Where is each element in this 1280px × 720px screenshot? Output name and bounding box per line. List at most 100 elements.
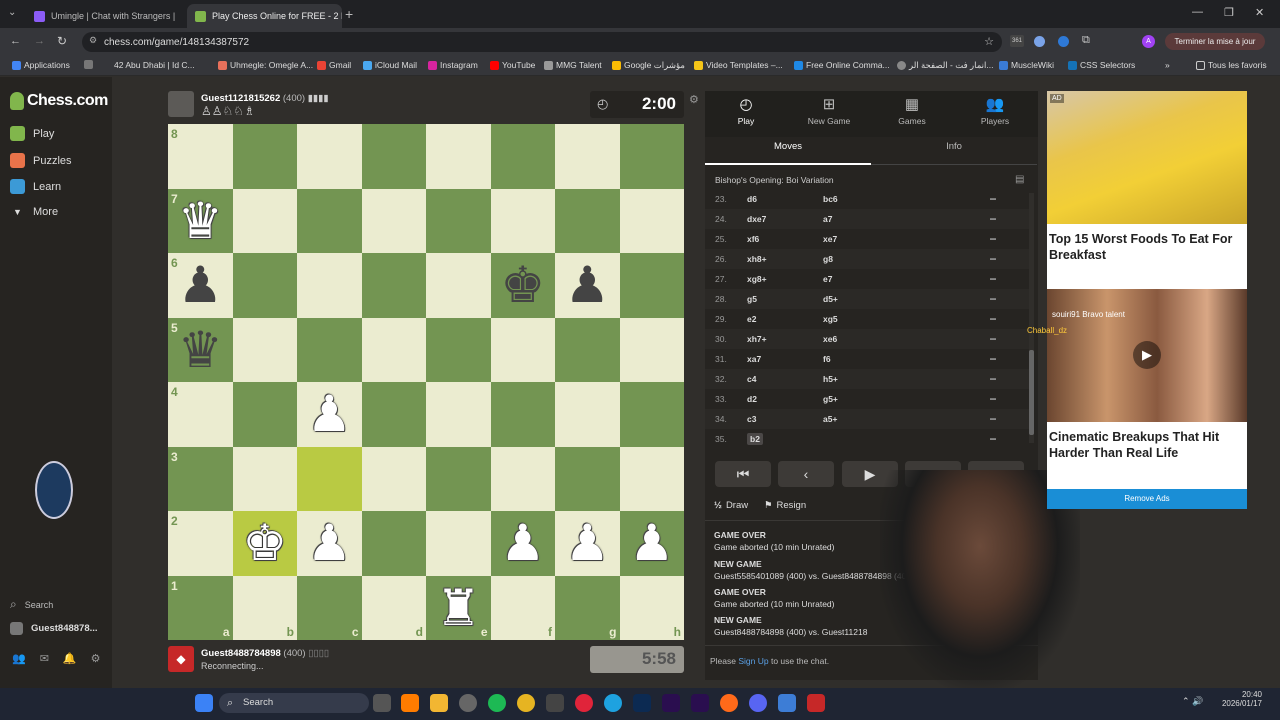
square-f4[interactable] <box>490 382 555 447</box>
black-move[interactable]: a5+ <box>823 414 837 424</box>
square-h2[interactable]: ♟ <box>619 511 684 576</box>
square-d6[interactable] <box>361 253 426 318</box>
movie-ad-image[interactable]: ▶ souiri91 Bravo talent Chaball_dz <box>1027 289 1247 422</box>
reload-icon[interactable]: ↻ <box>57 34 67 48</box>
white-piece-c2[interactable]: ♟ <box>297 511 362 576</box>
white-move[interactable]: g5 <box>747 294 757 304</box>
square-h7[interactable] <box>619 188 684 253</box>
start-icon[interactable] <box>195 694 213 712</box>
back-icon[interactable]: ← <box>10 35 21 47</box>
bookmark-item[interactable]: CSS Selectors <box>1068 60 1135 70</box>
chrome-icon[interactable] <box>517 694 535 712</box>
bookmark-item[interactable]: Instagram <box>428 60 478 70</box>
nav-item-puzzles[interactable]: Puzzles <box>10 153 72 168</box>
bookmark-item[interactable]: Uhmegle: Omegle A... <box>218 60 313 70</box>
square-c4[interactable]: ♟ <box>297 382 362 447</box>
square-e3[interactable] <box>426 446 491 511</box>
gear-icon[interactable]: ⚙ <box>91 652 101 665</box>
ad-headline[interactable]: Cinematic Breakups That Hit Harder Than … <box>1049 429 1245 461</box>
square-h4[interactable] <box>619 382 684 447</box>
board-settings-gear-icon[interactable]: ⚙ <box>689 93 699 106</box>
white-move[interactable]: xh8+ <box>747 254 767 264</box>
square-b2[interactable]: ♚ <box>232 511 297 576</box>
square-b5[interactable] <box>232 317 297 382</box>
black-move[interactable]: xg5 <box>823 314 838 324</box>
friends-icon[interactable]: 👥 <box>12 652 26 665</box>
top-player-name-row[interactable]: Guest1121815262 (400) ▮▮▮▮ <box>201 93 329 104</box>
tab-play[interactable]: ◴ Play <box>706 95 786 126</box>
bottom-player-name-row[interactable]: Guest8488784898 (400) ▯▯▯▯ <box>201 648 329 659</box>
square-a5[interactable]: 5 ♛ <box>168 317 233 382</box>
top-player-avatar[interactable] <box>168 91 194 117</box>
square-f3[interactable] <box>490 446 555 511</box>
square-a7[interactable]: 7 ♛ <box>168 188 233 253</box>
bookmark-item[interactable]: MuscleWiki <box>999 60 1054 70</box>
bookmark-star-icon[interactable]: ☆ <box>984 35 994 48</box>
tab-games[interactable]: ▦ Games <box>872 95 952 126</box>
sign-up-link[interactable]: Sign Up <box>738 656 768 666</box>
nav-item-more[interactable]: ▼ More <box>10 206 58 218</box>
bookmark-item[interactable]: MMG Talent <box>544 60 602 70</box>
new-tab-icon[interactable]: + <box>345 6 353 22</box>
banana-ad-image[interactable] <box>1047 91 1247 224</box>
white-move[interactable]: xg8+ <box>747 274 767 284</box>
square-f1[interactable]: f <box>490 575 555 640</box>
white-move[interactable]: xh7+ <box>747 334 767 344</box>
square-b6[interactable] <box>232 253 297 318</box>
white-move[interactable]: d2 <box>747 394 757 404</box>
black-move[interactable]: e7 <box>823 274 832 284</box>
square-e1[interactable]: e ♜ <box>426 575 491 641</box>
square-f6[interactable]: ♚ <box>490 253 555 318</box>
square-f8[interactable] <box>490 124 555 189</box>
square-c6[interactable] <box>297 253 362 318</box>
square-d4[interactable] <box>361 382 426 447</box>
premiere-icon[interactable] <box>691 694 709 712</box>
white-move[interactable]: xa7 <box>747 354 761 364</box>
square-f7[interactable] <box>490 188 555 253</box>
draw-button[interactable]: ½ Draw <box>714 500 748 511</box>
square-c3[interactable] <box>297 446 362 511</box>
square-d5[interactable] <box>361 317 426 382</box>
square-f5[interactable] <box>490 317 555 382</box>
forward-icon[interactable]: → <box>34 35 45 47</box>
maximize-icon[interactable]: ❐ <box>1224 6 1234 19</box>
square-g3[interactable] <box>555 446 620 511</box>
bookmark-item[interactable]: Google مؤشرات <box>612 60 685 71</box>
white-piece-f2[interactable]: ♟ <box>491 511 556 576</box>
square-d8[interactable] <box>361 124 426 189</box>
photoshop-icon[interactable] <box>633 694 651 712</box>
white-piece-c4[interactable]: ♟ <box>297 382 362 447</box>
white-move[interactable]: c4 <box>747 374 756 384</box>
square-f2[interactable]: ♟ <box>490 511 556 576</box>
opera-icon[interactable] <box>575 694 593 712</box>
illustrator-icon[interactable] <box>401 694 419 712</box>
subtab-info[interactable]: Info <box>871 137 1037 165</box>
tab-list-icon[interactable]: ⌄ <box>8 7 16 18</box>
white-piece-e1[interactable]: ♜ <box>426 576 491 641</box>
square-b8[interactable] <box>232 124 297 189</box>
bookmark-item[interactable]: Gmail <box>317 60 351 70</box>
edge-icon[interactable] <box>604 694 622 712</box>
square-a1[interactable]: 1a <box>168 575 233 640</box>
black-move[interactable]: bc6 <box>823 194 838 204</box>
square-c8[interactable] <box>297 124 362 189</box>
square-d7[interactable] <box>361 188 426 253</box>
square-e4[interactable] <box>426 382 491 447</box>
square-g4[interactable] <box>555 382 620 447</box>
square-c2[interactable]: ♟ <box>297 511 362 576</box>
firefox-icon[interactable] <box>720 694 738 712</box>
black-move[interactable]: g5+ <box>823 394 838 404</box>
taskbar-search[interactable]: ⌕ Search <box>219 693 369 713</box>
square-g8[interactable] <box>555 124 620 189</box>
mail-icon[interactable]: ✉ <box>40 652 49 665</box>
extensions-puzzle-icon[interactable]: ⧉ <box>1082 34 1090 47</box>
square-h5[interactable] <box>619 317 684 382</box>
square-h1[interactable]: h <box>619 575 684 640</box>
square-g1[interactable]: g <box>555 575 620 640</box>
task-view-icon[interactable] <box>373 694 391 712</box>
square-e8[interactable] <box>426 124 491 189</box>
ad-panel[interactable]: AD Top 15 Worst Foods To Eat For Breakfa… <box>1027 91 1247 509</box>
bookmark-item[interactable]: Free Online Comma... <box>794 60 890 70</box>
white-move[interactable]: xf6 <box>747 234 759 244</box>
discord-icon[interactable] <box>749 694 767 712</box>
